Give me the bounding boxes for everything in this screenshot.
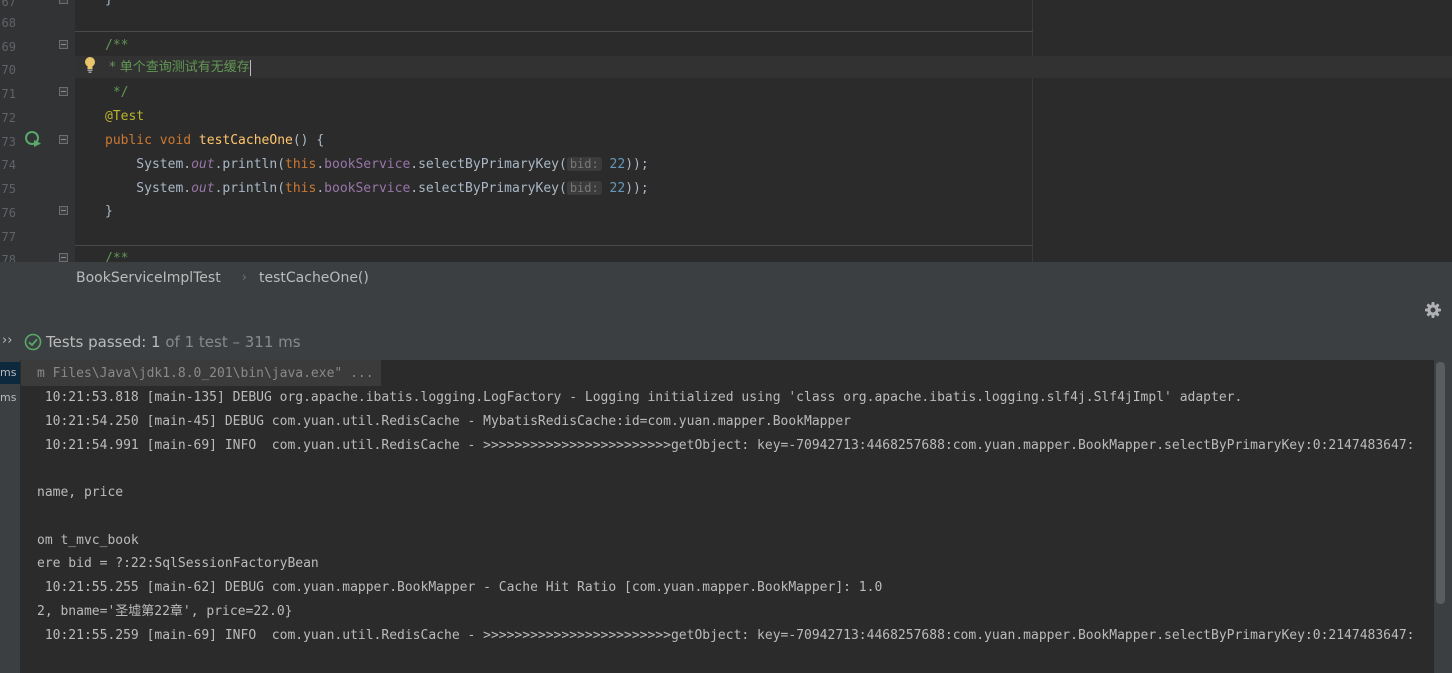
console-line: 10:21:55.259 [main-69] INFO com.yuan.uti… xyxy=(37,628,1415,643)
bulb-icon[interactable] xyxy=(83,56,97,74)
console-line: m Files\Java\jdk1.8.0_201\bin\java.exe" … xyxy=(37,366,374,381)
current-line-highlight xyxy=(75,56,1452,78)
static-field: out xyxy=(191,157,215,172)
keyword-text: public void xyxy=(105,133,199,148)
right-margin-guide xyxy=(1032,0,1033,262)
comment-text: */ xyxy=(105,85,129,100)
line-number: 74 xyxy=(1,158,16,172)
code-text: .println( xyxy=(214,157,286,172)
test-status: Tests passed: 1 of 1 test – 311 ms xyxy=(46,333,301,351)
static-field: out xyxy=(191,181,215,196)
code-text: )); xyxy=(625,157,649,172)
code-text: .selectByPrimaryKey( xyxy=(410,157,567,172)
doc-divider xyxy=(75,245,1033,246)
fold-icon[interactable] xyxy=(59,87,68,96)
check-circle-icon xyxy=(24,333,42,351)
line-number: 76 xyxy=(1,206,16,220)
line-number: 68 xyxy=(1,16,16,30)
code-line: /** xyxy=(105,36,128,56)
line-number: 72 xyxy=(1,111,16,125)
expand-chevron-icon[interactable]: ›› xyxy=(2,333,12,348)
fold-icon[interactable] xyxy=(59,0,68,4)
line-number: 78 xyxy=(1,253,16,262)
console-line: 2, bname='圣墟第22章', price=22.0} xyxy=(37,604,293,619)
code-line: /** xyxy=(105,249,128,262)
test-tree-item[interactable]: ms xyxy=(0,362,20,384)
comment-text: /** xyxy=(105,251,129,262)
code-text: . xyxy=(316,157,325,172)
code-text: } xyxy=(105,0,113,7)
console-line: 10:21:53.818 [main-135] DEBUG org.apache… xyxy=(37,390,1243,405)
line-number: 77 xyxy=(1,230,16,244)
code-text: System. xyxy=(105,157,192,172)
number-literal: 22 xyxy=(609,181,626,196)
fold-icon[interactable] xyxy=(59,253,68,262)
breadcrumb-method[interactable]: testCacheOne() xyxy=(259,270,369,286)
console-scrollbar-thumb[interactable] xyxy=(1436,362,1445,604)
keyword-text: this xyxy=(285,157,317,172)
status-count: 1 xyxy=(151,333,161,351)
doc-divider xyxy=(75,31,1033,32)
breadcrumb-class[interactable]: BookServiceImplTest xyxy=(76,270,221,286)
annotation-text: @Test xyxy=(105,109,145,124)
code-text: )); xyxy=(625,181,649,196)
code-text: System. xyxy=(105,181,192,196)
code-line: public void testCacheOne() { xyxy=(105,131,324,151)
code-line: System.out.println(this.bookService.sele… xyxy=(105,154,649,174)
code-line: } xyxy=(105,202,113,222)
comment-text: /** xyxy=(105,38,129,53)
test-tree-item[interactable]: ms xyxy=(0,387,20,409)
gear-icon[interactable] xyxy=(1423,300,1443,320)
console-line: 10:21:54.991 [main-69] INFO com.yuan.uti… xyxy=(37,438,1415,453)
line-number: 73 xyxy=(1,135,16,149)
console-line: om t_mvc_book xyxy=(37,533,139,548)
console-line: name, price xyxy=(37,485,124,500)
status-suffix: of 1 test – 311 ms xyxy=(160,333,301,351)
code-text: () { xyxy=(292,133,325,148)
console-line: 10:21:54.250 [main-45] DEBUG com.yuan.ut… xyxy=(37,414,851,429)
line-number: 70 xyxy=(1,63,16,77)
comment-text: * 单个查询测试有无缓存 xyxy=(105,60,250,75)
code-line: } xyxy=(105,0,113,10)
status-prefix: Tests passed: xyxy=(46,333,152,351)
param-hint: bid: xyxy=(566,157,602,171)
fold-icon[interactable] xyxy=(59,40,68,49)
test-tree-strip: ms ms xyxy=(0,360,21,673)
code-text: . xyxy=(316,181,325,196)
field-text: bookService xyxy=(324,157,411,172)
code-line: System.out.println(this.bookService.sele… xyxy=(105,178,649,198)
method-name: testCacheOne xyxy=(198,133,293,148)
line-number: 67 xyxy=(1,0,16,9)
code-line: @Test xyxy=(105,107,144,127)
line-number: 75 xyxy=(1,182,16,196)
line-number: 69 xyxy=(1,40,16,54)
fold-icon[interactable] xyxy=(59,135,68,144)
breadcrumb: BookServiceImplTest › testCacheOne() xyxy=(0,262,1452,295)
code-text: } xyxy=(105,204,113,219)
console-output[interactable]: m Files\Java\jdk1.8.0_201\bin\java.exe" … xyxy=(21,360,1434,673)
code-text: .selectByPrimaryKey( xyxy=(410,181,567,196)
param-hint: bid: xyxy=(566,181,602,195)
fold-icon[interactable] xyxy=(59,206,68,215)
text-caret xyxy=(249,59,251,76)
number-literal: 22 xyxy=(609,157,626,172)
code-line: */ xyxy=(105,83,129,103)
console-line: 10:21:55.255 [main-62] DEBUG com.yuan.ma… xyxy=(37,580,883,595)
code-editor[interactable]: 67 68 69 70 71 72 73 74 75 76 77 78 } /*… xyxy=(0,0,1452,262)
keyword-text: this xyxy=(285,181,317,196)
line-number: 71 xyxy=(1,87,16,101)
code-text: .println( xyxy=(214,181,286,196)
run-test-icon[interactable] xyxy=(24,130,42,148)
console-line: ere bid = ?:22:SqlSessionFactoryBean xyxy=(37,556,319,571)
field-text: bookService xyxy=(324,181,411,196)
code-line: * 单个查询测试有无缓存 xyxy=(105,58,251,78)
breadcrumb-separator: › xyxy=(242,270,247,284)
